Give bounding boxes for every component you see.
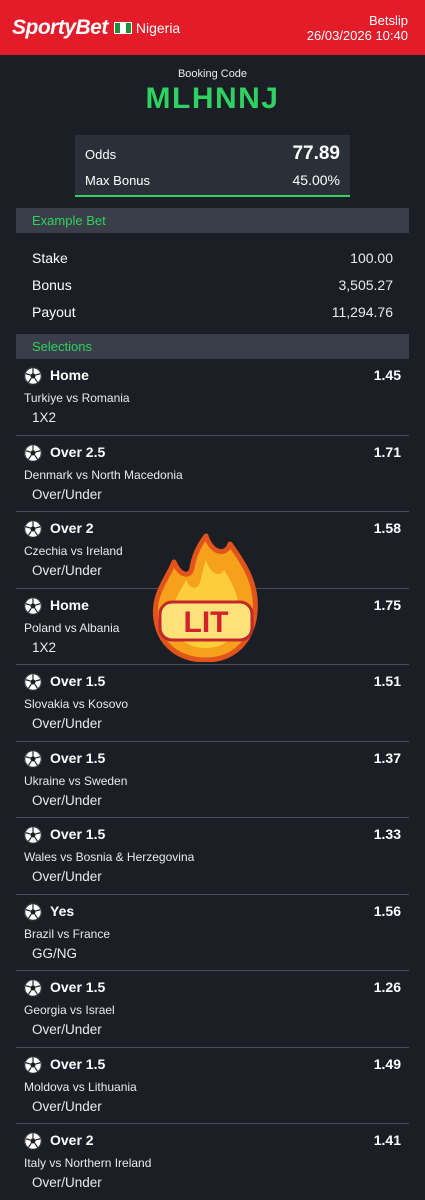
selection-row[interactable]: Home 1.45 Turkiye vs Romania 1X2 (16, 359, 409, 436)
selection-pick: Over 2 (50, 520, 94, 536)
selection-odd: 1.45 (373, 367, 401, 383)
selection-odd: 1.58 (373, 520, 401, 536)
football-icon (24, 1055, 42, 1074)
selection-match: Ukraine vs Sweden (24, 773, 128, 788)
selection-odd: 1.56 (373, 902, 401, 919)
football-icon (24, 520, 42, 538)
selection-market: 1X2 (32, 639, 57, 655)
header-info: Betslip 26/03/2026 10:40 (307, 13, 408, 43)
payout-value: 11,294.76 (331, 303, 393, 320)
selection-pick: Over 1.5 (50, 673, 106, 689)
selection-market: Over/Under (32, 792, 102, 808)
selection-market: Over/Under (32, 1175, 102, 1190)
selection-pick: Home (50, 596, 89, 613)
booking-section: Booking Code MLHNNJ (0, 68, 425, 116)
selection-market: Over/Under (32, 869, 102, 884)
selection-pick: Yes (50, 902, 75, 919)
selection-odd: 1.33 (373, 826, 401, 842)
example-bet-header: Example Bet (16, 208, 409, 233)
selection-match: Denmark vs North Macedonia (24, 467, 183, 482)
selection-market: 1X2 (32, 410, 57, 425)
selection-match: Georgia vs Israel (24, 1003, 115, 1017)
selection-pick: Over 1.5 (50, 826, 106, 842)
selection-market: Over/Under (32, 486, 102, 502)
selection-row[interactable]: Yes 1.56 Brazil vs France GG/NG (16, 895, 409, 971)
stake-value: 100.00 (350, 249, 393, 266)
selection-row[interactable]: Over 1.5 1.26 Georgia vs Israel Over/Under (16, 971, 409, 1048)
selection-market: Over/Under (32, 716, 102, 731)
stake-label: Stake (32, 249, 68, 266)
selection-pick: Home (50, 367, 89, 383)
bonus-row: Bonus 3,505.27 (32, 271, 393, 298)
selection-odd: 1.49 (373, 1055, 401, 1072)
selection-match: Italy vs Northern Ireland (24, 1156, 152, 1170)
football-icon (24, 673, 42, 691)
selection-odd: 1.75 (373, 596, 401, 613)
football-icon (24, 596, 42, 615)
datetime: 26/03/2026 10:40 (306, 27, 408, 43)
selection-row[interactable]: Over 1.5 1.33 Wales vs Bosnia & Herzegovin… (16, 818, 409, 895)
odds-label: Odds (85, 146, 117, 162)
country-label: Nigeria (135, 19, 181, 36)
selection-odd: 1.26 (373, 979, 401, 995)
example-bet-rows: Stake 100.00 Bonus 3,505.27 Payout 11,29… (32, 244, 393, 325)
selection-match: Moldova vs Lithuania (24, 1079, 137, 1094)
football-icon (24, 826, 42, 844)
selection-market: Over/Under (32, 1098, 102, 1114)
selection-row[interactable]: Over 1.5 1.37 Ukraine vs Sweden Over/Under (16, 742, 409, 818)
selection-match: Brazil vs France (24, 926, 111, 941)
bonus-label: Bonus (32, 276, 72, 293)
selection-pick: Over 1.5 (50, 1055, 106, 1072)
selection-odd: 1.51 (373, 673, 401, 689)
football-icon (24, 443, 42, 462)
football-icon (24, 979, 42, 997)
selection-match: Slovakia vs Kosovo (24, 697, 129, 711)
odds-row: Odds 77.89 (85, 141, 340, 167)
max-bonus-label: Max Bonus (85, 172, 151, 188)
football-icon (24, 749, 42, 768)
max-bonus-row: Max Bonus 45.00% (85, 167, 340, 193)
selection-odd: 1.71 (373, 443, 401, 460)
selections-list: Home 1.45 Turkiye vs Romania 1X2 Over 2.5 1.7… (16, 359, 409, 1200)
football-icon (24, 902, 42, 921)
selection-market: Over/Under (32, 1022, 102, 1037)
lit-fire-sticker: LIT (152, 533, 258, 662)
selection-row[interactable]: Over 2.5 1.71 Denmark vs North Macedonia Ov… (16, 436, 409, 512)
selection-market: Over/Under (32, 563, 102, 578)
selection-match: Turkiye vs Romania (24, 391, 130, 405)
selection-row[interactable]: Over 1.5 1.51 Slovakia vs Kosovo Over/Under (16, 665, 409, 742)
selections-header: Selections (16, 334, 409, 359)
booking-code[interactable]: MLHNNJ (0, 82, 425, 116)
payout-row: Payout 11,294.76 (32, 298, 393, 325)
selection-odd: 1.41 (373, 1132, 401, 1148)
selection-match: Czechia vs Ireland (24, 544, 123, 558)
football-icon (24, 1132, 42, 1150)
selection-row[interactable]: Over 1.5 1.49 Moldova vs Lithuania Over/Und… (16, 1048, 409, 1124)
football-icon (24, 367, 42, 385)
odds-summary-box: Odds 77.89 Max Bonus 45.00% (75, 135, 350, 197)
max-bonus-value: 45.00% (292, 172, 340, 188)
selection-row[interactable]: Over 2 1.41 Italy vs Northern Ireland Over/… (16, 1124, 409, 1200)
selection-pick: Over 2 (50, 1132, 94, 1148)
selection-pick: Over 2.5 (50, 443, 106, 460)
brand: SportyBet Nigeria (12, 16, 180, 40)
selection-pick: Over 1.5 (50, 749, 106, 766)
sportybet-logo: SportyBet (12, 15, 108, 39)
selection-odd: 1.37 (373, 749, 401, 766)
nigeria-flag-icon (113, 21, 132, 34)
booking-code-label: Booking Code (177, 68, 248, 80)
stake-row: Stake 100.00 (32, 244, 393, 271)
selection-market: GG/NG (32, 945, 78, 961)
selection-match: Wales vs Bosnia & Herzegovina (24, 850, 195, 864)
selection-match: Poland vs Albania (24, 620, 120, 635)
selection-pick: Over 1.5 (50, 979, 106, 995)
bonus-value: 3,505.27 (338, 276, 394, 293)
payout-label: Payout (32, 303, 76, 320)
sticker-text: LIT (184, 606, 229, 639)
app-header: SportyBet Nigeria Betslip 26/03/2026 10:… (0, 0, 425, 55)
odds-value: 77.89 (292, 143, 340, 164)
page-title: Betslip (368, 12, 408, 28)
